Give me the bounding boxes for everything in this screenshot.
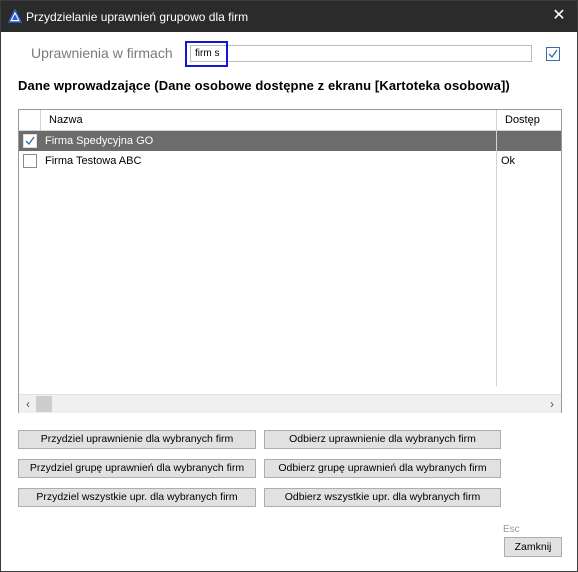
horizontal-scrollbar[interactable]: ‹ › — [19, 394, 561, 413]
permissions-label: Uprawnienia w firmach — [31, 45, 173, 61]
grid-header: Nazwa Dostęp — [19, 110, 561, 131]
column-separator — [40, 110, 41, 130]
scroll-left-icon[interactable]: ‹ — [21, 396, 35, 412]
row-name: Firma Testowa ABC — [45, 155, 142, 167]
revoke-all-button[interactable]: Odbierz wszystkie upr. dla wybranych fir… — [264, 488, 501, 507]
column-header-name[interactable]: Nazwa — [49, 114, 83, 126]
assign-permission-button[interactable]: Przydziel uprawnienie dla wybranych firm — [18, 430, 256, 449]
section-title: Dane wprowadzające (Dane osobowe dostępn… — [18, 78, 510, 93]
assign-all-button[interactable]: Przydziel wszystkie upr. dla wybranych f… — [18, 488, 256, 507]
scroll-right-icon[interactable]: › — [545, 396, 559, 412]
revoke-permission-button[interactable]: Odbierz uprawnienie dla wybranych firm — [264, 430, 501, 449]
close-button[interactable]: Zamknij — [504, 537, 562, 557]
row-checkbox[interactable] — [23, 134, 37, 148]
checkmark-icon — [548, 49, 558, 59]
column-separator — [496, 110, 497, 386]
close-window-button[interactable]: ✕ — [541, 1, 577, 32]
title-bar: Przydzielanie uprawnień grupowo dla firm… — [1, 1, 577, 32]
row-checkbox[interactable] — [23, 154, 37, 168]
assign-group-button[interactable]: Przydziel grupę uprawnień dla wybranych … — [18, 459, 256, 478]
window-title: Przydzielanie uprawnień grupowo dla firm — [26, 10, 249, 24]
revoke-group-button[interactable]: Odbierz grupę uprawnień dla wybranych fi… — [264, 459, 501, 478]
checkmark-icon — [25, 136, 35, 146]
companies-grid: Nazwa Dostęp Firma Spedycyjna GO Firma T… — [18, 109, 562, 413]
row-access: Ok — [501, 155, 516, 167]
permissions-filter-input[interactable] — [190, 45, 532, 62]
filter-focus-highlight — [185, 41, 228, 67]
permissions-checkbox[interactable] — [546, 47, 560, 61]
column-header-access[interactable]: Dostęp — [505, 114, 540, 126]
dialog-window: Przydzielanie uprawnień grupowo dla firm… — [0, 0, 578, 572]
table-row[interactable]: Firma Testowa ABC Ok — [19, 151, 561, 171]
esc-shortcut-hint: Esc — [503, 524, 520, 535]
row-name: Firma Spedycyjna GO — [45, 135, 154, 147]
close-icon: ✕ — [552, 7, 566, 24]
app-triangle-icon — [8, 9, 22, 23]
table-row[interactable]: Firma Spedycyjna GO — [19, 131, 561, 151]
scroll-thumb[interactable] — [36, 396, 52, 412]
